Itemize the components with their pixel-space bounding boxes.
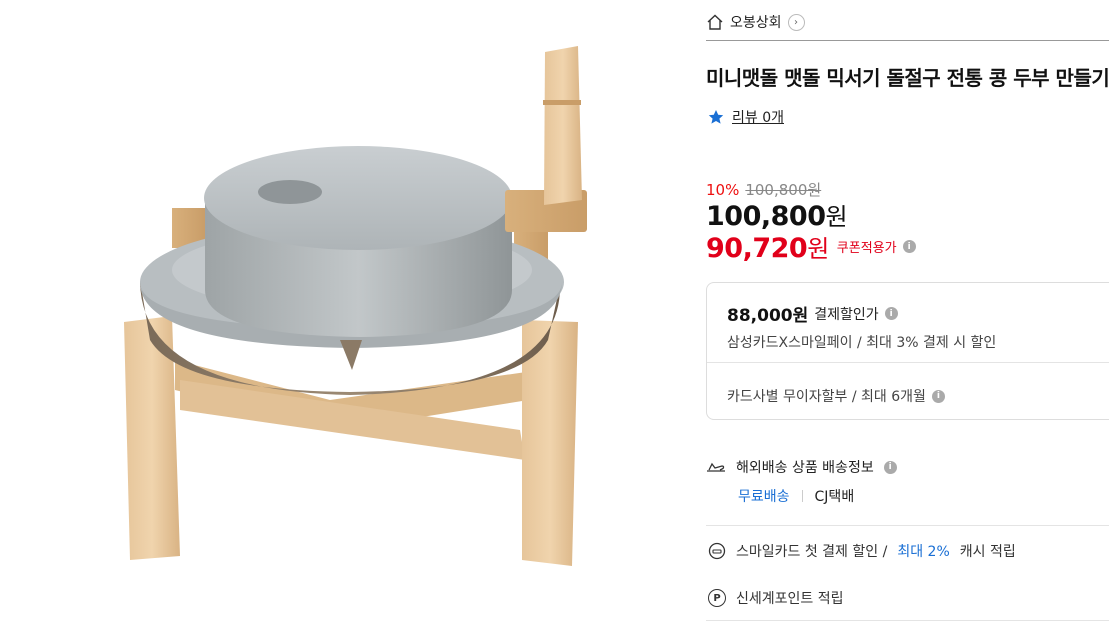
coupon-label: 쿠폰적용가 [836, 241, 897, 256]
divider [706, 620, 1109, 621]
smile-card-prefix: 스마일카드 첫 결제 할인 / [736, 544, 888, 560]
info-icon[interactable]: i [931, 389, 945, 403]
card-pay-description: 삼성카드X스마일페이 / 최대 3% 결제 시 할인 [727, 335, 997, 351]
review-row[interactable]: 리뷰 0개 [708, 107, 784, 127]
point-row: P 신세계포인트 적립 [708, 588, 844, 608]
product-image [0, 0, 706, 628]
coupon-price-number: 90,720 [706, 233, 808, 264]
point-icon: P [708, 589, 726, 607]
info-icon[interactable]: i [902, 240, 916, 253]
divider [706, 525, 1109, 526]
separator [801, 490, 803, 502]
coupon-price-row: 90,720원 쿠폰적용가 i [706, 229, 916, 264]
airplane-icon [707, 462, 725, 472]
card-pay-row: 88,000원 결제할인가 i [727, 301, 898, 326]
info-icon[interactable]: i [883, 460, 897, 474]
product-title: 미니맷돌 맷돌 믹서기 돌절구 전통 콩 두부 만들기 [706, 66, 1109, 90]
card-pay-label: 결제할인가 [814, 306, 879, 323]
coupon-price: 90,720원 [706, 229, 829, 264]
smile-card-suffix: 캐시 적립 [959, 544, 1016, 560]
smile-card-highlight: 최대 2% [897, 544, 950, 560]
card-benefit-box: 88,000원 결제할인가 i 삼성카드X스마일페이 / 최대 3% 결제 시 … [706, 282, 1109, 420]
installment-text: 카드사별 무이자할부 / 최대 6개월 [727, 389, 926, 405]
store-name[interactable]: 오봉상회 [730, 12, 782, 32]
card-pay-price: 88,000원 [727, 306, 809, 326]
sale-price: 100,800원 [706, 197, 848, 232]
shipping-methods: 무료배송 CJ택배 [738, 486, 854, 506]
free-shipping-label: 무료배송 [738, 489, 790, 505]
stone-grinder-illustration [124, 46, 587, 566]
sale-price-unit: 원 [825, 203, 848, 231]
coupon-price-unit: 원 [807, 235, 829, 263]
shipping-title: 해외배송 상품 배송정보 [736, 460, 874, 476]
store-row[interactable]: 오봉상회 › [706, 11, 805, 33]
info-icon[interactable]: i [884, 307, 898, 320]
home-icon [707, 14, 723, 30]
shipping-row: 해외배송 상품 배송정보 i [706, 457, 897, 477]
star-icon [708, 110, 724, 124]
review-link[interactable]: 리뷰 0개 [732, 107, 784, 127]
smile-card-row: 스마일카드 첫 결제 할인 / 최대 2% 캐시 적립 [708, 541, 1016, 561]
installment-row: 카드사별 무이자할부 / 최대 6개월 i [727, 386, 945, 406]
smile-card-icon [708, 542, 726, 560]
chevron-right-icon[interactable]: › [787, 13, 805, 31]
divider [707, 362, 1109, 363]
carrier-label: CJ택배 [814, 489, 855, 505]
point-label: 신세계포인트 적립 [736, 591, 844, 607]
sale-price-number: 100,800 [706, 201, 826, 232]
divider [706, 40, 1109, 41]
product-info-panel: 오봉상회 › 미니맷돌 맷돌 믹서기 돌절구 전통 콩 두부 만들기 리뷰 0개… [706, 0, 1109, 628]
